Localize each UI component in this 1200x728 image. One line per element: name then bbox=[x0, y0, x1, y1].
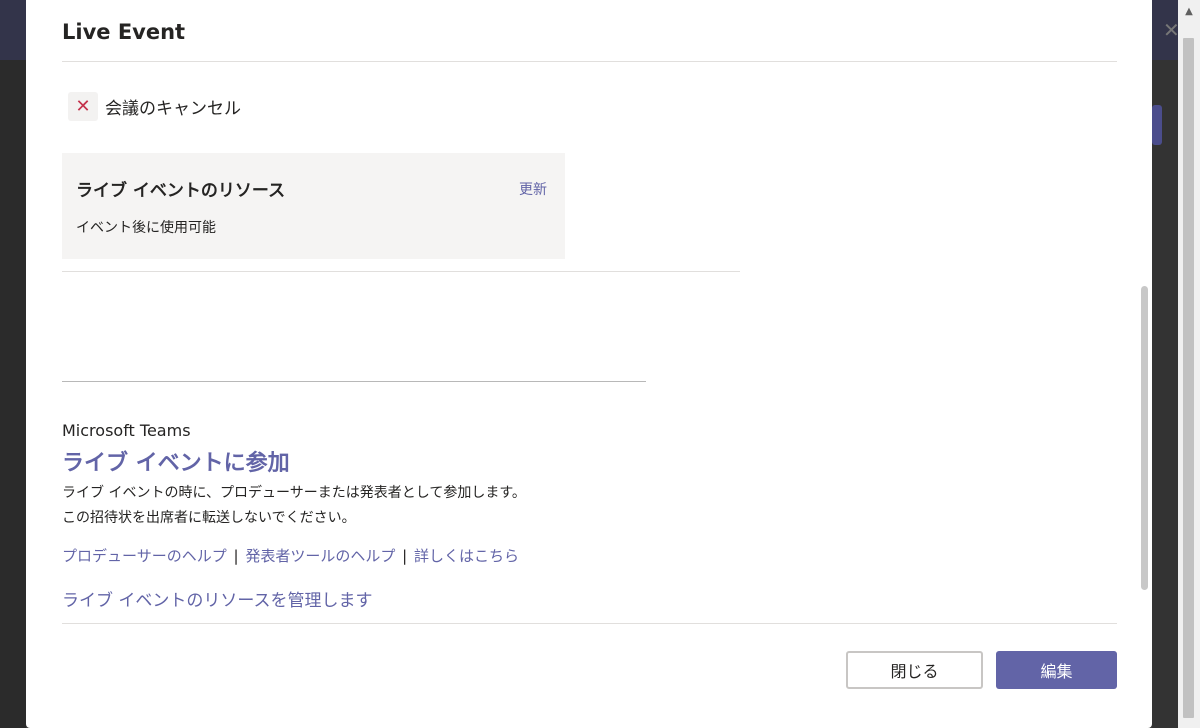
producer-help-link[interactable]: プロデューサーのヘルプ bbox=[62, 547, 227, 565]
scroll-up-arrow-icon[interactable]: ▲ bbox=[1178, 0, 1200, 22]
background-app-button bbox=[1152, 105, 1162, 145]
close-button[interactable]: 閉じる bbox=[846, 651, 983, 689]
cancel-meeting-button[interactable]: ✕ 会議のキャンセル bbox=[68, 92, 241, 121]
live-event-resources-card: ライブ イベントのリソース 更新 イベント後に使用可能 bbox=[62, 153, 565, 259]
dialog-scrollbar-thumb[interactable] bbox=[1141, 286, 1148, 590]
invite-description-line-2: この招待状を出席者に転送しないでください。 bbox=[62, 510, 356, 526]
footer-divider bbox=[62, 623, 1117, 624]
presenter-tool-help-link[interactable]: 発表者ツールのヘルプ bbox=[245, 547, 395, 565]
brand-name: Microsoft Teams bbox=[62, 421, 191, 440]
window-scrollbar-thumb[interactable] bbox=[1183, 38, 1194, 718]
link-separator: | bbox=[233, 547, 239, 565]
background-app-sidebar bbox=[0, 60, 26, 728]
invite-description-line-1: ライブ イベントの時に、プロデューサーまたは発表者として参加します。 bbox=[62, 485, 526, 501]
close-x-icon: ✕ bbox=[68, 92, 98, 121]
resources-card-title: ライブ イベントのリソース bbox=[76, 181, 286, 201]
live-event-dialog: Live Event ✕ 会議のキャンセル ライブ イベントのリソース 更新 イ… bbox=[26, 0, 1152, 728]
learn-more-link[interactable]: 詳しくはこちら bbox=[414, 547, 519, 565]
help-links-row: プロデューサーのヘルプ | 発表者ツールのヘルプ | 詳しくはこちら bbox=[62, 545, 519, 566]
resources-card-subtitle: イベント後に使用可能 bbox=[76, 220, 216, 236]
dialog-title: Live Event bbox=[62, 20, 186, 44]
invite-separator-line bbox=[62, 381, 646, 382]
header-divider bbox=[62, 61, 1117, 62]
link-separator: | bbox=[402, 547, 408, 565]
content-divider bbox=[62, 271, 740, 272]
window-scrollbar[interactable]: ▲ bbox=[1178, 0, 1200, 728]
join-live-event-link[interactable]: ライブ イベントに参加 bbox=[62, 445, 290, 477]
edit-button[interactable]: 編集 bbox=[996, 651, 1117, 689]
manage-resources-link[interactable]: ライブ イベントのリソースを管理します bbox=[62, 586, 373, 611]
cancel-meeting-label: 会議のキャンセル bbox=[105, 99, 241, 119]
resources-update-link[interactable]: 更新 bbox=[519, 179, 547, 199]
